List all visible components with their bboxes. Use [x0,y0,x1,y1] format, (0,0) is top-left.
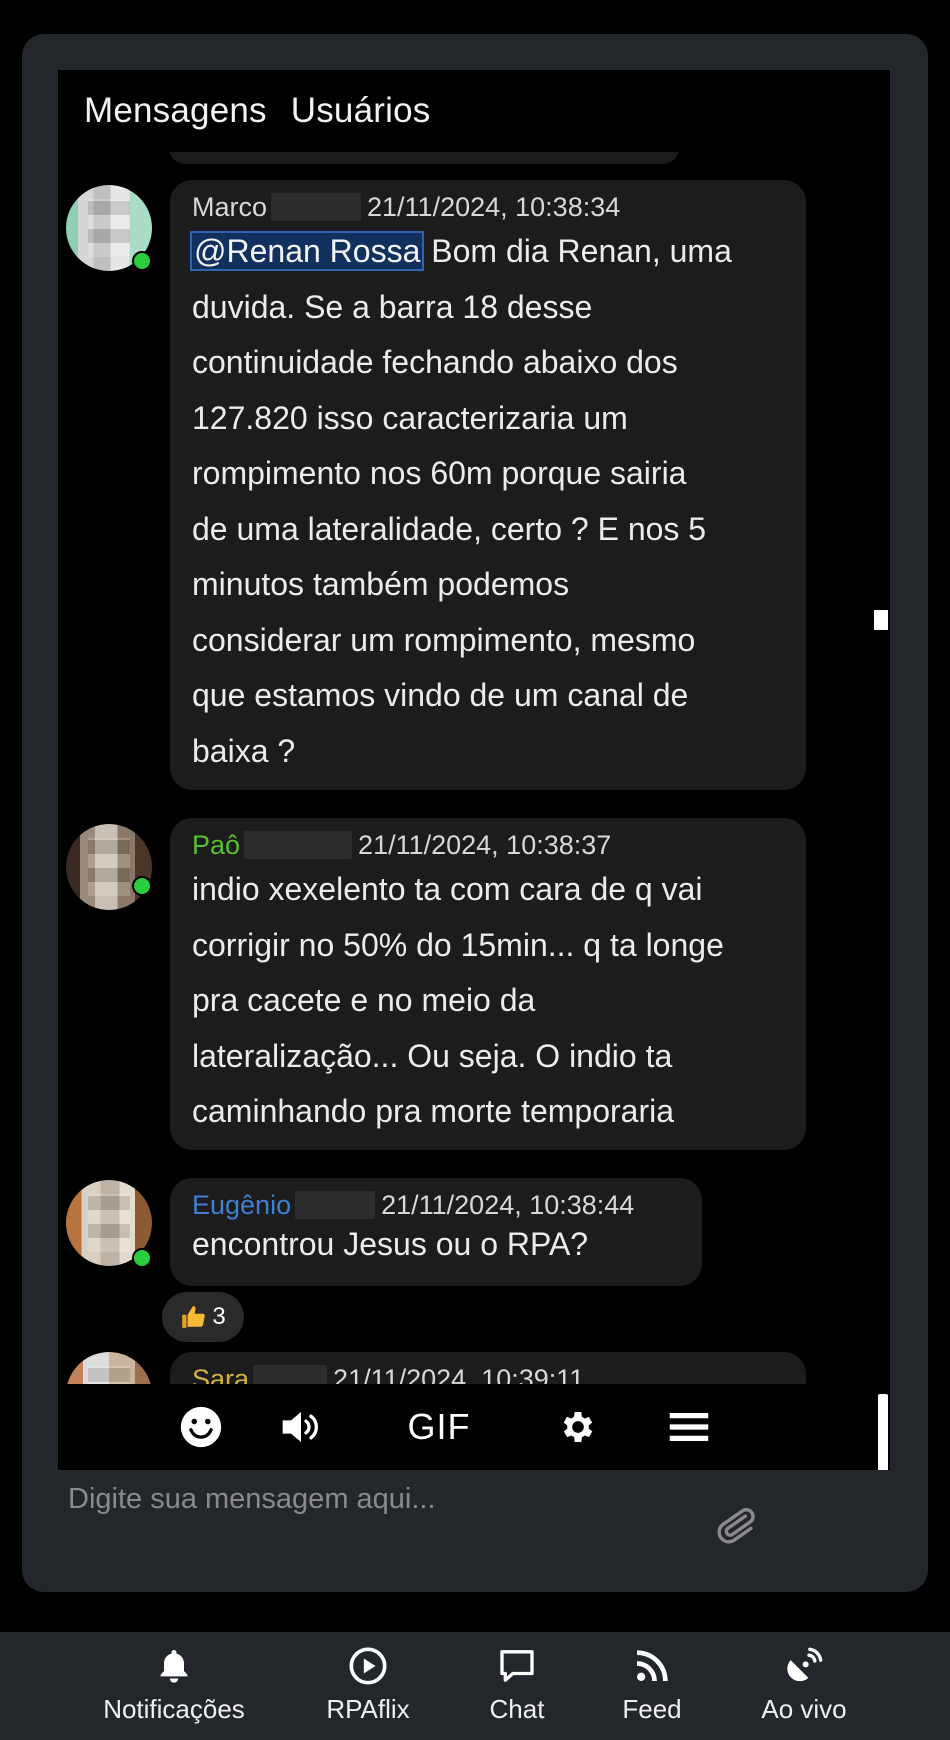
previous-message-bubble [168,152,680,164]
nav-label: Chat [489,1694,545,1724]
nav-rpaflix[interactable]: RPAflix [318,1646,418,1725]
reaction-count: 3 [212,1303,226,1330]
message-line: considerar um rompimento, mesmo [192,621,696,658]
reaction-chip[interactable]: 3 [162,1292,244,1342]
nav-label: Feed [622,1694,682,1724]
message-line: duvida. Se a barra 18 desse [192,288,593,325]
avatar-image [88,1366,130,1384]
settings-button[interactable] [556,1402,600,1452]
sound-button[interactable] [276,1402,326,1452]
message-timestamp: 21/11/2024, 10:39:11 [333,1364,585,1384]
avatar-image [88,1194,130,1252]
nav-feed[interactable]: Feed [608,1646,696,1725]
chat-tabs: Mensagens Usuários [58,70,890,152]
mention-tag[interactable]: @Renan Rossa [189,231,425,271]
message-text: encontrou Jesus ou o RPA? [192,1222,680,1266]
thumbs-up-icon [182,1306,206,1328]
message-username[interactable]: Marco [192,190,267,224]
message-header: Eugênio 21/11/2024, 10:38:44 [192,1188,680,1222]
message-username[interactable]: Eugênio [192,1188,291,1222]
avatar-image [88,199,130,257]
menu-button[interactable] [666,1402,712,1452]
chat-bubble-icon [500,1650,534,1682]
message-line: continuidade fechando abaixo dos [192,344,678,380]
online-status-dot [132,876,152,896]
redacted-surname [253,1365,328,1384]
nav-label: Ao vivo [761,1694,847,1724]
message-list[interactable]: Marco 21/11/2024, 10:38:34 @Renan Rossa … [58,152,890,1384]
message-line: de uma lateralidade, certo ? E nos 5 [192,510,707,547]
message-timestamp: 21/11/2024, 10:38:37 [358,830,612,860]
avatar[interactable] [66,1352,152,1384]
message-line: encontrou Jesus ou o RPA? [192,1226,589,1262]
redacted-surname [244,831,353,859]
volume-icon [282,1412,319,1442]
message-bubble: Marco 21/11/2024, 10:38:34 @Renan Rossa … [170,180,806,790]
message-timestamp: 21/11/2024, 10:38:34 [367,192,621,222]
message-bubble: Eugênio 21/11/2024, 10:38:44 encontrou J… [170,1178,702,1286]
smiley-icon [180,1406,222,1448]
avatar-image [88,838,130,896]
broadcast-icon [787,1647,823,1682]
bottom-navigation: Notificações RPAflix Chat Feed Ao vivo [0,1632,950,1740]
redacted-surname [271,193,362,221]
message-line: caminhando pra morte temporaria [192,1093,675,1129]
message-line: @Renan Rossa Bom dia Renan, uma [189,224,784,280]
message-line: lateralização... Ou seja. O indio ta [192,1037,673,1074]
message-line: 127.820 isso caracterizaria um [192,399,628,436]
message-text: @Renan Rossa Bom dia Renan, uma duvida. … [189,224,784,779]
redacted-surname [295,1191,376,1219]
message-line: baixa ? [192,732,296,769]
gif-button[interactable]: GIF [404,1402,474,1452]
message-timestamp: 21/11/2024, 10:38:44 [381,1190,635,1220]
message-line: indio xexelento ta com cara de q vai [192,871,703,907]
message-username[interactable]: Paô [192,828,240,862]
message-scrollbar[interactable] [874,610,888,630]
gear-icon [563,1412,593,1442]
tab-messages[interactable]: Mensagens [84,91,267,131]
nav-chat[interactable]: Chat [474,1646,560,1725]
hamburger-menu-icon [669,1413,709,1441]
nav-label: Notificações [103,1694,245,1724]
message-bubble: Sara 21/11/2024, 10:39:11 [170,1352,806,1384]
message-bubble: Paô 21/11/2024, 10:38:37 indio xexelento… [170,818,806,1150]
online-status-dot [132,1248,152,1268]
message-header: Paô 21/11/2024, 10:38:37 [192,828,784,862]
message-line: rompimento nos 60m porque sairia [192,455,687,491]
bell-icon [160,1650,188,1683]
message-input[interactable] [58,1470,818,1560]
nav-notifications[interactable]: Notificações [102,1646,246,1725]
rss-icon [636,1650,668,1682]
message-line: que estamos vindo de um canal de [192,677,689,713]
avatar[interactable] [66,824,152,910]
emoji-button[interactable] [176,1402,226,1452]
nav-label: RPAflix [326,1694,410,1724]
online-status-dot [132,251,152,271]
message-header: Marco 21/11/2024, 10:38:34 [192,190,784,224]
message-line-text: Bom dia Renan, uma [422,233,732,269]
message-username[interactable]: Sara [192,1362,249,1384]
message-header: Sara 21/11/2024, 10:39:11 [192,1362,784,1384]
play-circle-icon [349,1647,387,1685]
message-line: pra cacete e no meio da [192,982,536,1018]
paperclip-icon[interactable] [712,1502,758,1548]
tab-users[interactable]: Usuários [291,91,431,131]
chat-panel: Mensagens Usuários Marco 21/11/2024, 10:… [58,70,890,1560]
message-line: minutos também podemos [192,566,570,602]
message-composer [58,1470,890,1560]
message-text: indio xexelento ta com cara de q vai cor… [192,862,784,1140]
nav-live[interactable]: Ao vivo [752,1646,856,1725]
chat-toolbar: GIF [58,1384,890,1472]
message-line: corrigir no 50% do 15min... q ta longe [192,926,724,963]
toolbar-scrollbar[interactable] [878,1394,888,1472]
